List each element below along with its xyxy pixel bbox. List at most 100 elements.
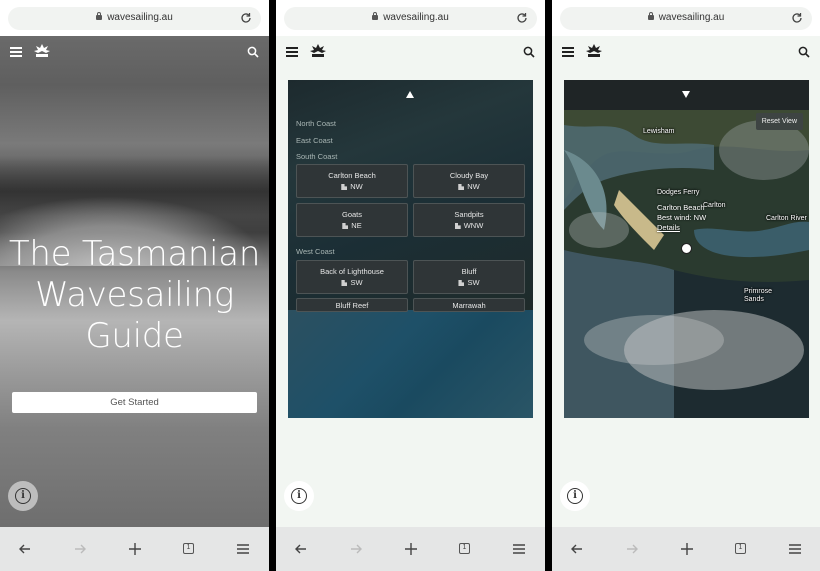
hero-section: The Tasmanian Wavesailing Guide Get Star…: [0, 36, 269, 527]
browser-toolbar: 1: [0, 527, 269, 571]
location-popup: Carlton Beach Best wind: NW Details: [657, 203, 706, 233]
location-name: Bluff: [461, 267, 477, 276]
map-panel: Reset View Lewisham Dodges Ferry Carlton…: [564, 80, 809, 418]
new-tab-icon[interactable]: [678, 540, 696, 558]
location-card[interactable]: Marrawah: [413, 298, 525, 312]
address-field[interactable]: wavesailing.au: [560, 7, 812, 30]
location-wind: SW: [350, 278, 363, 287]
location-wind: NW: [467, 182, 480, 191]
location-wind: NW: [350, 182, 363, 191]
tabs-button[interactable]: 1: [732, 540, 750, 558]
browser-menu-icon[interactable]: [510, 540, 528, 558]
region-west-coast[interactable]: West Coast: [296, 247, 335, 256]
map-label-dodges-ferry: Dodges Ferry: [657, 189, 700, 196]
screen-map: wavesailing.au Reset View Lewisham Dodge…: [552, 0, 820, 571]
location-card[interactable]: Bluff SW: [413, 260, 525, 294]
location-name: Sandpits: [454, 210, 484, 219]
tabs-button[interactable]: 1: [456, 540, 474, 558]
windsock-icon: [458, 280, 465, 286]
location-card[interactable]: Cloudy Bay NW: [413, 164, 525, 198]
hero-title: The Tasmanian Wavesailing Guide: [8, 234, 261, 356]
info-button[interactable]: i: [284, 481, 314, 511]
satellite-map[interactable]: Reset View Lewisham Dodges Ferry Carlton…: [564, 110, 809, 418]
site-nav: [0, 36, 269, 68]
get-started-button[interactable]: Get Started: [12, 392, 257, 413]
reload-icon[interactable]: [791, 12, 803, 24]
url-display[interactable]: wavesailing.au: [284, 12, 537, 23]
browser-menu-icon[interactable]: [234, 540, 252, 558]
location-card[interactable]: Goats NE: [296, 203, 408, 237]
tabs-button[interactable]: 1: [180, 540, 198, 558]
search-icon[interactable]: [798, 46, 810, 58]
site-logo[interactable]: [309, 43, 327, 59]
browser-url-bar: wavesailing.au: [552, 0, 820, 36]
info-button[interactable]: i: [8, 481, 38, 511]
screen-home: wavesailing.au The Tasmanian Wavesailing…: [0, 0, 269, 571]
reload-icon[interactable]: [516, 12, 528, 24]
address-field[interactable]: wavesailing.au: [8, 7, 261, 30]
location-name: Cloudy Bay: [449, 171, 489, 180]
collapse-arrow-icon[interactable]: [406, 91, 414, 98]
reset-view-button[interactable]: Reset View: [755, 113, 803, 130]
map-header: [564, 80, 809, 110]
region-north-coast[interactable]: North Coast: [296, 119, 336, 128]
windsock-icon: [341, 184, 348, 190]
forward-icon[interactable]: [347, 540, 365, 558]
windsock-icon: [341, 280, 348, 286]
info-icon: i: [291, 488, 307, 504]
search-icon[interactable]: [247, 46, 259, 58]
lock-icon: [647, 12, 654, 20]
map-label-primrose-sands: Primrose Sands: [744, 288, 773, 303]
site-logo[interactable]: [585, 43, 603, 59]
info-button[interactable]: i: [560, 481, 590, 511]
lock-icon: [372, 12, 379, 20]
site-nav: [552, 36, 820, 68]
location-wind: WNW: [463, 221, 484, 230]
url-display[interactable]: wavesailing.au: [8, 12, 261, 23]
info-icon: i: [15, 488, 31, 504]
expand-arrow-icon[interactable]: [682, 91, 690, 98]
location-pin[interactable]: [681, 243, 692, 254]
browser-toolbar: 1: [552, 527, 820, 571]
map-image: [288, 310, 533, 418]
menu-icon[interactable]: [286, 47, 298, 57]
menu-icon[interactable]: [10, 47, 22, 57]
location-name: Carlton Beach: [328, 171, 376, 180]
url-display[interactable]: wavesailing.au: [560, 12, 812, 23]
location-name: Bluff Reef: [335, 301, 369, 310]
popup-wind: Best wind: NW: [657, 213, 707, 222]
address-field[interactable]: wavesailing.au: [284, 7, 537, 30]
forward-icon[interactable]: [623, 540, 641, 558]
region-east-coast[interactable]: East Coast: [296, 136, 333, 145]
location-card[interactable]: Carlton Beach NW: [296, 164, 408, 198]
back-icon[interactable]: [292, 540, 310, 558]
browser-url-bar: wavesailing.au: [276, 0, 545, 36]
back-icon[interactable]: [16, 540, 34, 558]
new-tab-icon[interactable]: [126, 540, 144, 558]
location-name: Goats: [341, 210, 362, 219]
region-south-coast[interactable]: South Coast: [296, 152, 337, 161]
map-label-carlton: Carlton: [703, 202, 726, 209]
back-icon[interactable]: [568, 540, 586, 558]
map-terrain: [564, 110, 809, 418]
reload-icon[interactable]: [240, 12, 252, 24]
screen-locations: wavesailing.au North Coast East Coast So…: [276, 0, 545, 571]
location-card[interactable]: Sandpits WNW: [413, 203, 525, 237]
location-name: Marrawah: [452, 301, 486, 310]
new-tab-icon[interactable]: [402, 540, 420, 558]
location-panel: North Coast East Coast South Coast Carlt…: [288, 80, 533, 418]
site-logo[interactable]: [33, 43, 51, 59]
browser-toolbar: 1: [276, 527, 545, 571]
menu-icon[interactable]: [562, 47, 574, 57]
map-label-lewisham: Lewisham: [643, 128, 675, 135]
windsock-icon: [454, 223, 461, 229]
forward-icon[interactable]: [71, 540, 89, 558]
location-wind: NE: [351, 221, 362, 230]
location-card[interactable]: Bluff Reef: [296, 298, 408, 312]
search-icon[interactable]: [523, 46, 535, 58]
windsock-icon: [458, 184, 465, 190]
browser-url-bar: wavesailing.au: [0, 0, 269, 36]
popup-details-link[interactable]: Details: [657, 223, 706, 233]
location-card[interactable]: Back of Lighthouse SW: [296, 260, 408, 294]
browser-menu-icon[interactable]: [786, 540, 804, 558]
